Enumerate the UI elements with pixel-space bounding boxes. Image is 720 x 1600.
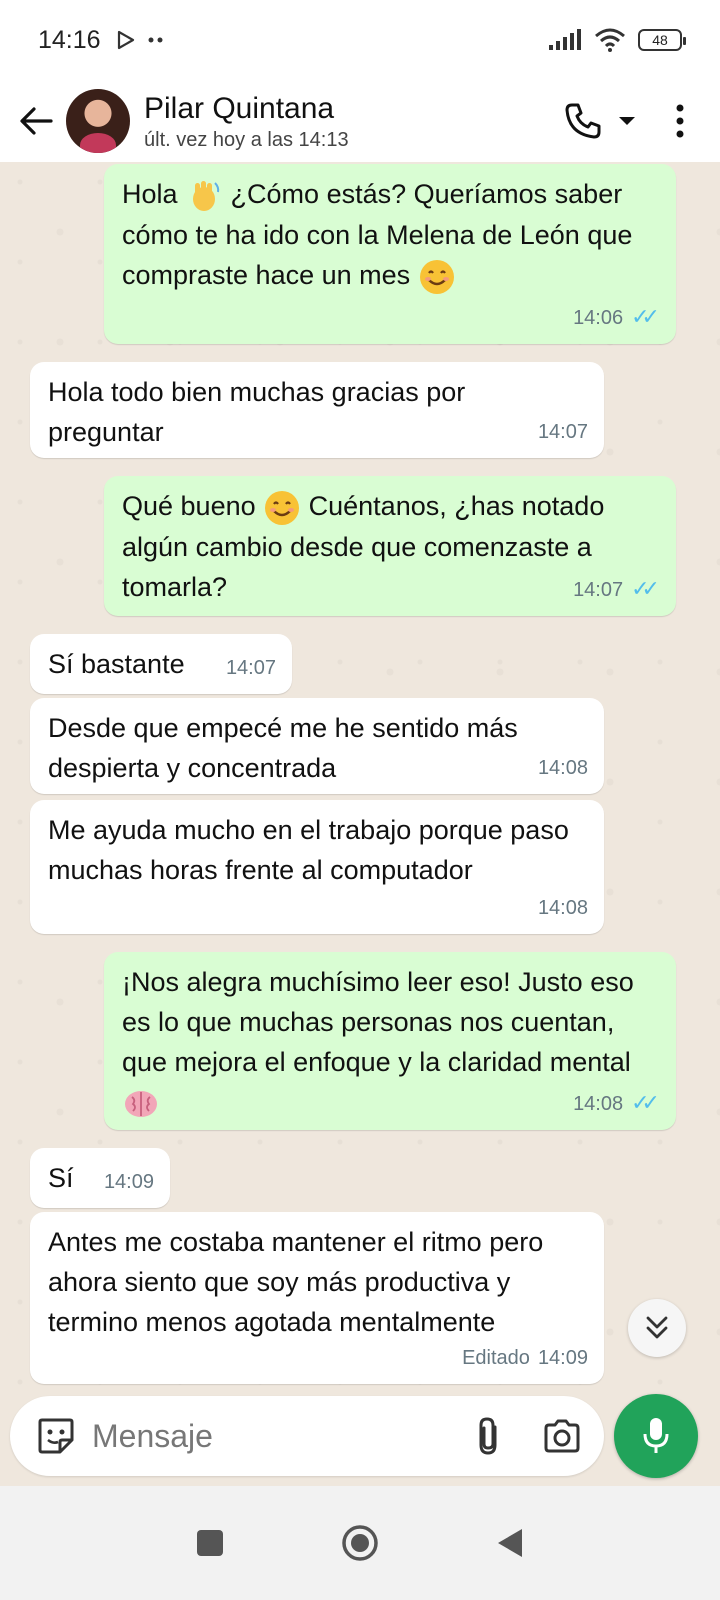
message-time: 14:09	[537, 1347, 588, 1369]
wifi-icon	[595, 28, 625, 52]
chevron-double-down-icon	[646, 1316, 668, 1339]
back-nav-button[interactable]	[450, 1503, 570, 1583]
attach-button[interactable]	[460, 1406, 516, 1466]
message-meta: 14:08 ✓✓	[573, 1084, 660, 1124]
message-time: 14:07	[225, 657, 276, 679]
message-text: Sí	[48, 1163, 74, 1193]
message-meta: 14:08	[538, 888, 588, 928]
message-text: Desde que empecé me he sentido más despi…	[48, 713, 518, 783]
message-incoming[interactable]: Antes me costaba mantener el ritmo pero …	[30, 1212, 604, 1384]
contact-avatar[interactable]	[66, 89, 130, 153]
composer	[10, 1396, 604, 1476]
more-icon	[676, 104, 684, 138]
message-meta: 14:06 ✓✓	[573, 298, 660, 338]
last-seen-status: últ. vez hoy a las 14:13	[144, 128, 349, 151]
scroll-to-bottom-button[interactable]	[628, 1299, 686, 1357]
smiling-face-emoji	[419, 259, 454, 294]
status-notification-icons	[115, 29, 165, 51]
read-ticks-icon: ✓✓	[631, 1091, 660, 1116]
battery-indicator: 48	[638, 29, 686, 51]
message-text: Sí bastante	[48, 649, 185, 679]
chat-messages[interactable]: Hola ¿Cómo estás? Queríamos saber cómo t…	[0, 162, 720, 1394]
message-time: 14:07	[537, 421, 588, 443]
camera-button[interactable]	[534, 1406, 590, 1466]
play-icon	[117, 30, 134, 50]
message-incoming[interactable]: Sí bastante 14:07	[30, 634, 292, 694]
message-incoming[interactable]: Sí 14:09	[30, 1148, 170, 1208]
message-meta: Editado 14:09	[462, 1338, 588, 1378]
contact-name: Pilar Quintana	[144, 91, 335, 125]
message-incoming[interactable]: Me ayuda mucho en el trabajo porque paso…	[30, 800, 604, 934]
read-ticks-icon: ✓✓	[631, 577, 660, 602]
message-input[interactable]	[92, 1417, 452, 1455]
more-options-button[interactable]	[658, 91, 702, 151]
message-outgoing[interactable]: ¡Nos alegra muchísimo leer eso! Justo es…	[104, 952, 676, 1130]
back-button[interactable]	[6, 91, 66, 151]
chat-header: Pilar Quintana últ. vez hoy a las 14:13	[0, 80, 720, 162]
message-incoming[interactable]: Desde que empecé me he sentido más despi…	[30, 698, 604, 794]
message-meta: 14:07	[538, 412, 588, 452]
recent-apps-button[interactable]	[150, 1503, 270, 1583]
camera-icon	[544, 1419, 580, 1453]
sticker-button[interactable]	[26, 1406, 86, 1466]
message-time: 14:07	[573, 579, 624, 601]
home-button[interactable]	[300, 1503, 420, 1583]
message-text: Antes me costaba mantener el ritmo pero …	[48, 1227, 544, 1337]
status-time: 14:16	[38, 25, 101, 54]
message-time: 14:08	[573, 1093, 624, 1115]
message-time: 14:08	[537, 897, 588, 919]
paperclip-icon	[479, 1417, 497, 1455]
nav-square-icon	[197, 1530, 223, 1556]
message-input-bar	[0, 1394, 720, 1486]
voice-call-button[interactable]	[560, 91, 640, 151]
message-text: Qué bueno	[122, 491, 264, 521]
smiling-face-emoji	[265, 490, 300, 525]
message-text: ¡Nos alegra muchísimo leer eso! Justo es…	[122, 967, 634, 1077]
message-outgoing[interactable]: Qué bueno Cuéntanos, ¿has notado algún c…	[104, 476, 676, 616]
status-bar: 14:16 48	[0, 0, 720, 80]
mic-icon	[643, 1418, 669, 1453]
message-time: 14:08	[537, 757, 588, 779]
read-ticks-icon: ✓✓	[631, 305, 660, 330]
nav-home-icon	[342, 1525, 378, 1561]
message-meta: 14:08	[538, 748, 588, 788]
message-time: 14:06	[573, 307, 624, 329]
voice-message-button[interactable]	[614, 1394, 698, 1478]
signal-icon	[549, 29, 581, 50]
system-nav-bar	[0, 1486, 720, 1600]
message-meta: 14:09	[104, 1162, 154, 1202]
message-text: Hola todo bien muchas gracias por pregun…	[48, 377, 466, 447]
message-text: Me ayuda mucho en el trabajo porque paso…	[48, 815, 569, 885]
dropdown-icon	[619, 117, 635, 125]
waving-hand-emoji	[193, 180, 220, 211]
message-meta: 14:07	[226, 648, 276, 688]
brain-emoji	[125, 1090, 157, 1117]
message-meta: 14:07 ✓✓	[573, 570, 660, 610]
message-outgoing[interactable]: Hola ¿Cómo estás? Queríamos saber cómo t…	[104, 164, 676, 344]
more-dots-icon	[148, 37, 163, 43]
message-incoming[interactable]: Hola todo bien muchas gracias por pregun…	[30, 362, 604, 458]
nav-back-icon	[498, 1529, 522, 1557]
message-edited-label: Editado	[462, 1347, 530, 1369]
message-text: Hola	[122, 179, 178, 209]
phone-icon	[565, 103, 601, 139]
contact-info[interactable]: Pilar Quintana últ. vez hoy a las 14:13	[144, 91, 349, 152]
sticker-icon	[38, 1418, 74, 1454]
message-time: 14:09	[103, 1171, 154, 1193]
back-arrow-icon	[20, 107, 53, 135]
